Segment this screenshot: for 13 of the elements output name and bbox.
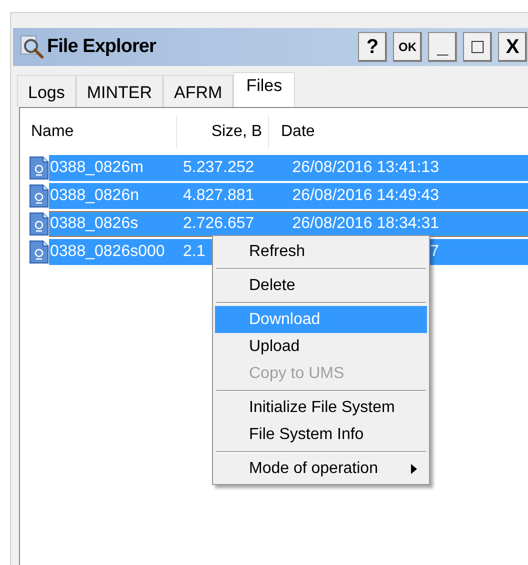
file-name: 0388_0826m <box>50 158 144 178</box>
file-date: 26/08/2016 14:49:43 <box>292 186 439 206</box>
file-date: 7 <box>430 242 439 262</box>
file-size: 5.237.252 <box>183 158 254 178</box>
file-name: 0388_0826n <box>50 186 140 206</box>
file-size: 4.827.881 <box>183 186 254 206</box>
file-date: 26/08/2016 18:34:31 <box>292 214 439 234</box>
file-date: 26/08/2016 13:41:13 <box>292 158 439 178</box>
window-title: File Explorer <box>47 34 156 59</box>
file-size: 2.726.657 <box>183 214 254 234</box>
file-name: 0388_0826s <box>50 214 140 234</box>
file-name: 0388_0826s000 <box>50 242 166 262</box>
file-size: 2.1 <box>183 242 206 262</box>
